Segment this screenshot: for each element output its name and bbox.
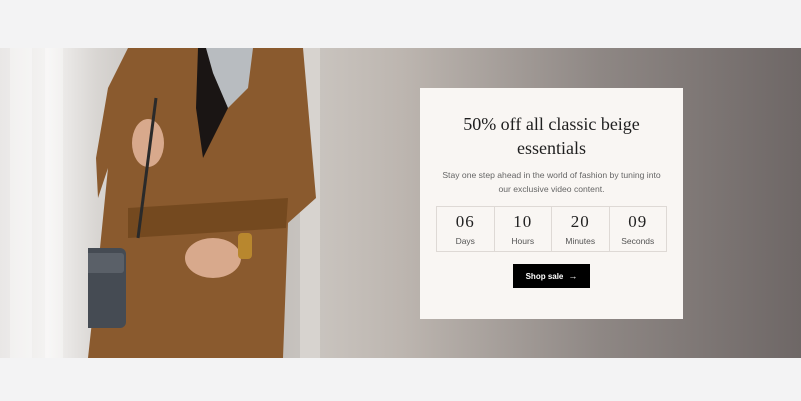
countdown-seconds: 09 Seconds (608, 207, 667, 251)
countdown-days: 06 Days (437, 207, 494, 251)
countdown-seconds-label: Seconds (621, 236, 655, 246)
countdown-hours: 10 Hours (493, 207, 552, 251)
countdown-timer: 06 Days 10 Hours 20 Minutes 09 Seconds (436, 206, 667, 252)
countdown-minutes: 20 Minutes (551, 207, 609, 251)
promo-title: 50% off all classic beige essentials (463, 114, 640, 158)
shop-sale-label: Shop sale (525, 271, 564, 281)
coat-illustration (88, 48, 316, 358)
countdown-minutes-label: Minutes (565, 236, 596, 246)
countdown-minutes-value: 20 (570, 212, 590, 231)
hero-banner: 50% off all classic beige essentials Sta… (0, 48, 801, 358)
promo-card: 50% off all classic beige essentials Sta… (420, 88, 683, 319)
countdown-days-value: 06 (455, 212, 475, 231)
shop-sale-button[interactable]: Shop sale → (513, 264, 590, 288)
countdown-hours-value: 10 (513, 212, 533, 231)
promo-description: Stay one step ahead in the world of fash… (442, 170, 661, 194)
countdown-hours-label: Hours (511, 236, 535, 246)
arrow-right-icon: → (568, 271, 578, 281)
countdown-seconds-value: 09 (628, 212, 648, 231)
hero-photo (0, 48, 320, 358)
countdown-days-label: Days (455, 236, 475, 246)
